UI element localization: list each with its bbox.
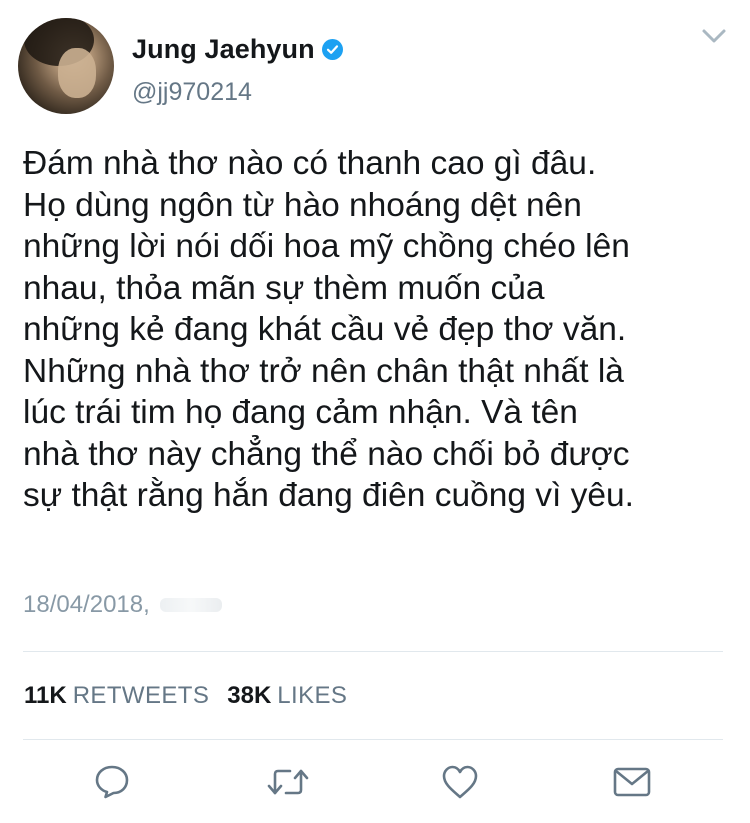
likes-label[interactable]: LIKES [277, 682, 347, 710]
likes-count[interactable]: 38K [227, 682, 271, 710]
reply-button[interactable] [88, 758, 136, 806]
divider [23, 739, 723, 740]
reply-icon [95, 765, 129, 799]
action-bar [0, 758, 750, 806]
envelope-icon [613, 767, 651, 797]
timestamp-text[interactable]: 18/04/2018, [23, 591, 150, 619]
like-button[interactable] [436, 758, 484, 806]
divider [23, 651, 723, 652]
avatar-face [58, 48, 96, 98]
retweet-button[interactable] [264, 758, 312, 806]
retweets-label[interactable]: RETWEETS [73, 682, 210, 710]
author-handle[interactable]: @jj970214 [132, 78, 252, 107]
engagement-stats: 11K RETWEETS 38K LIKES [24, 682, 347, 710]
avatar[interactable] [18, 18, 114, 114]
author-display-name[interactable]: Jung Jaehyun [132, 34, 315, 65]
redacted-time [159, 598, 222, 612]
retweets-count[interactable]: 11K [24, 682, 67, 710]
message-button[interactable] [608, 758, 656, 806]
tweet-timestamp: 18/04/2018, [23, 591, 222, 619]
retweet-icon [267, 769, 309, 795]
tweet-text: Đám nhà thơ nào có thanh cao gì đâu. Họ … [23, 145, 634, 514]
heart-icon [442, 765, 478, 799]
verified-badge-icon [321, 39, 343, 60]
tweet-header: Jung Jaehyun @jj970214 [18, 18, 732, 116]
chevron-down-icon[interactable] [698, 24, 730, 50]
author-name-row: Jung Jaehyun [132, 34, 343, 65]
